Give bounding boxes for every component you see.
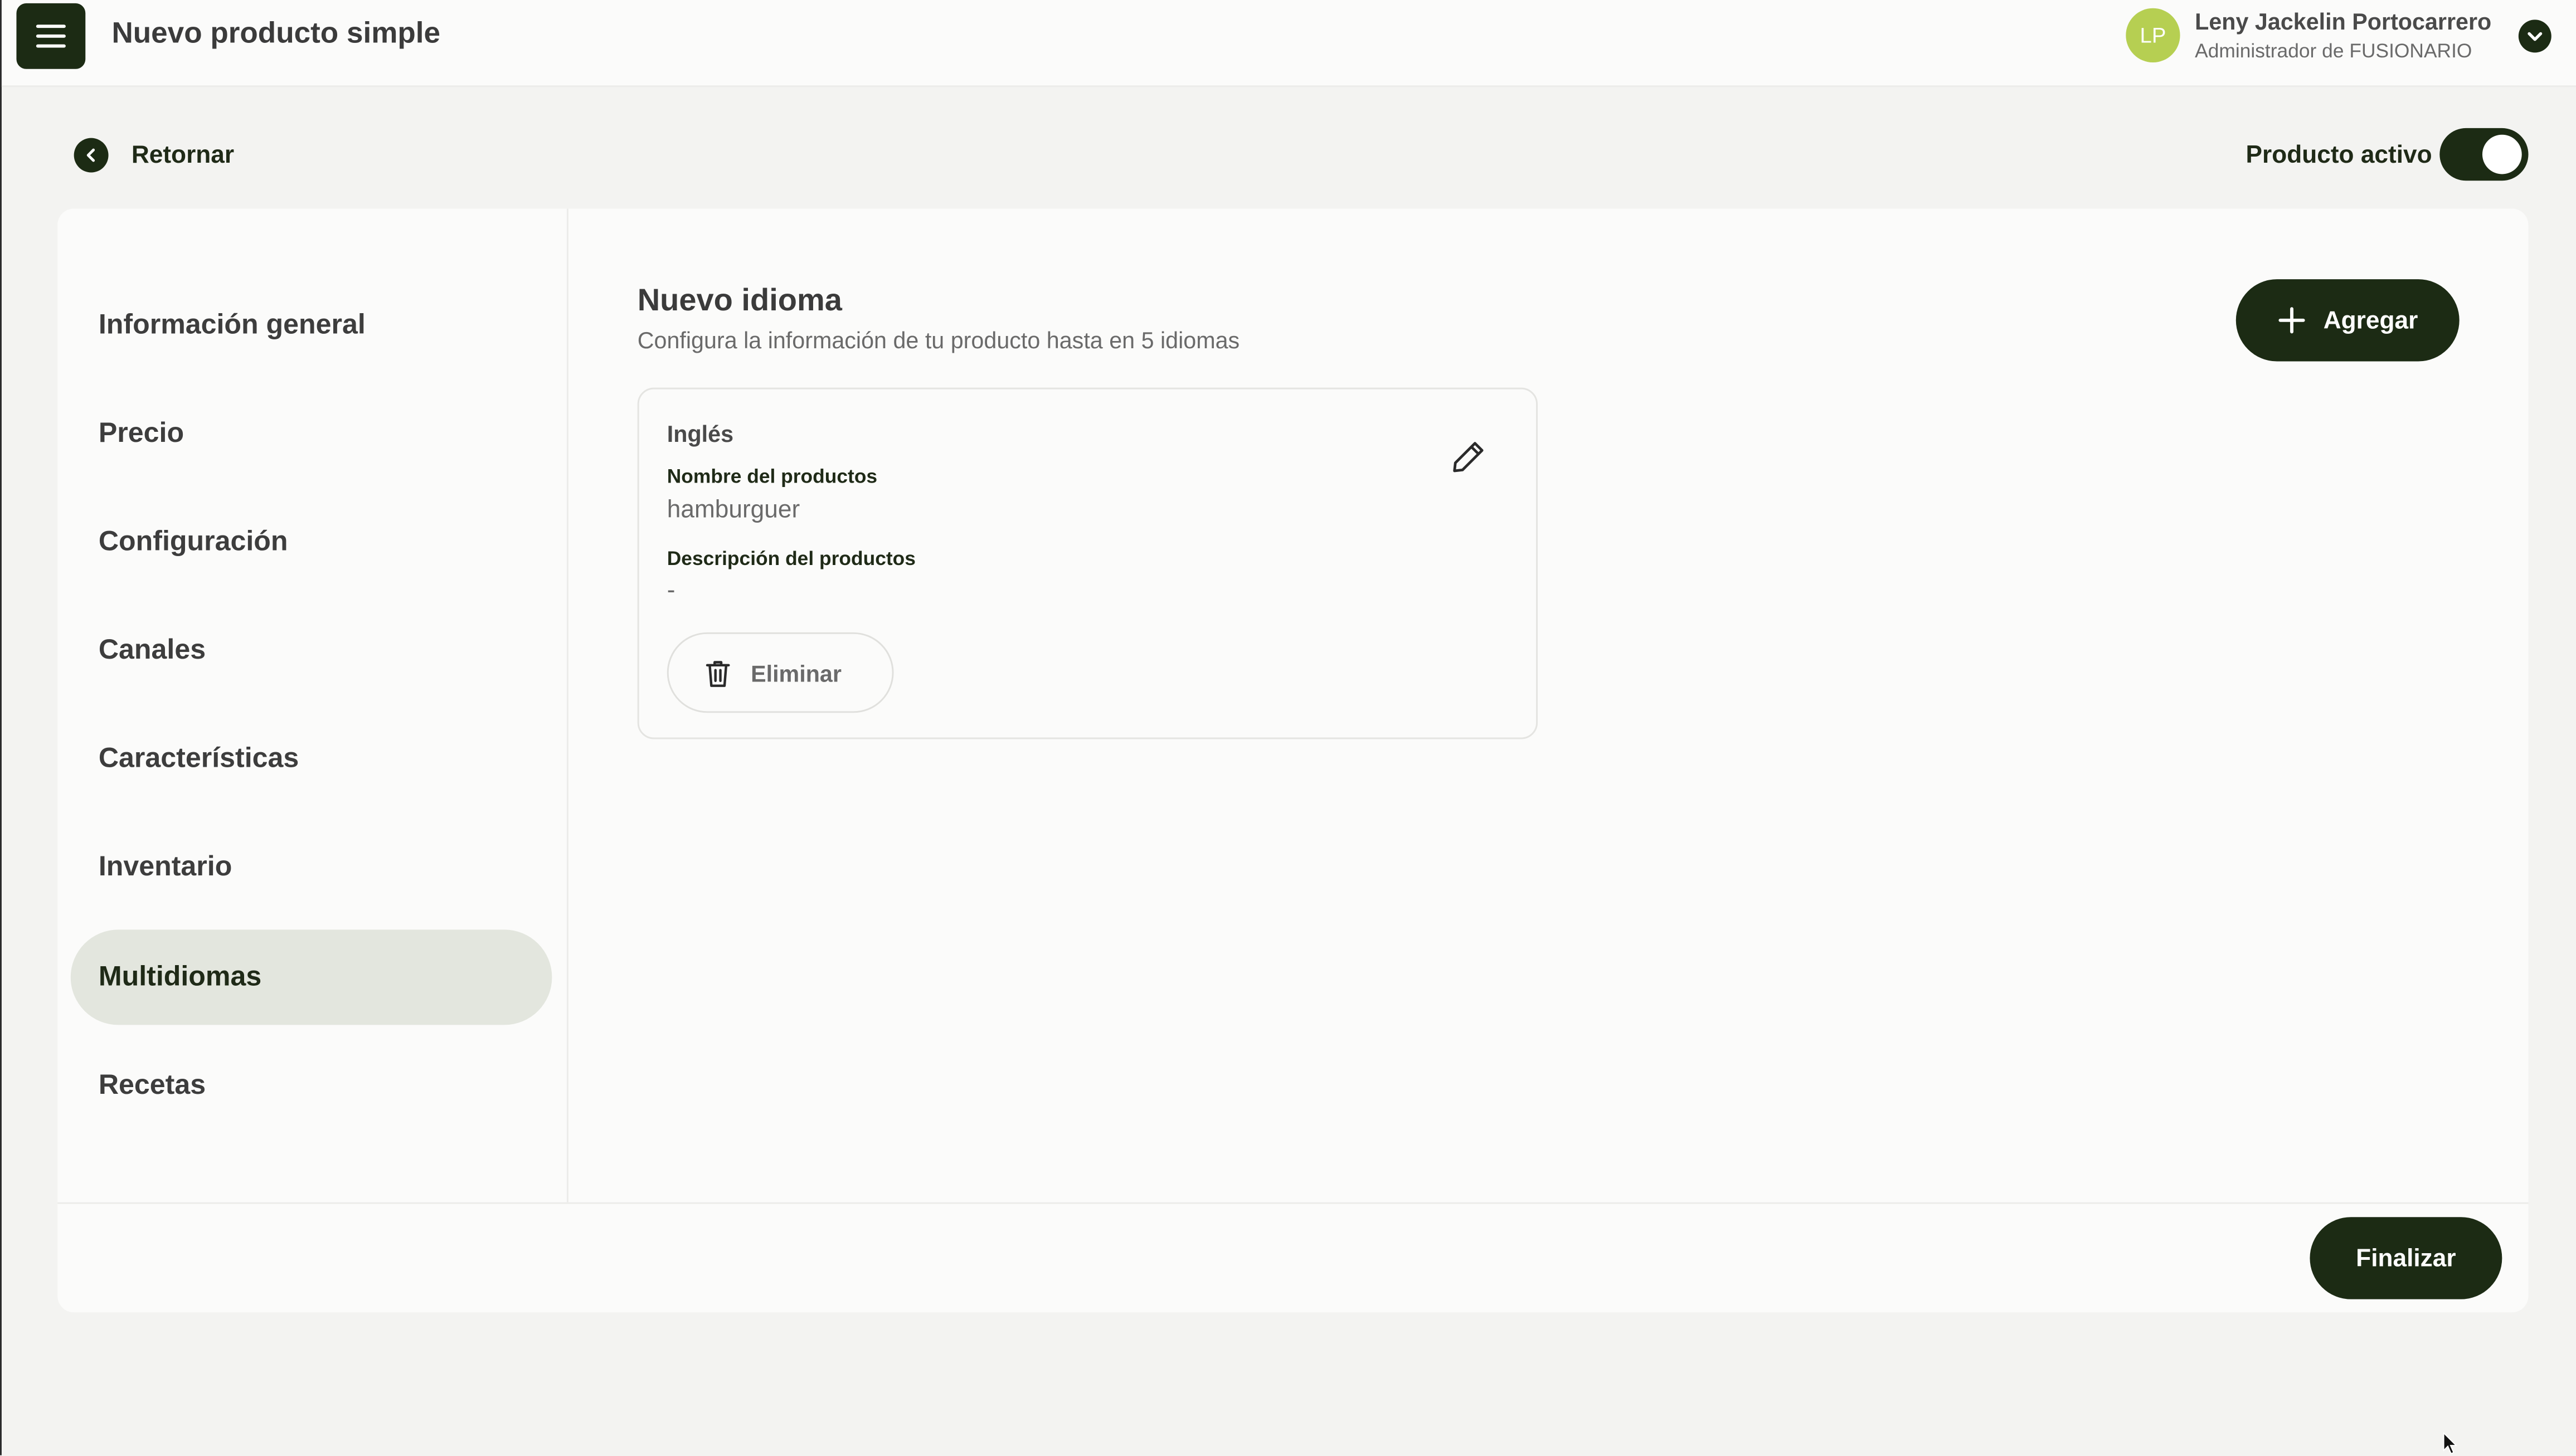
trash-icon (706, 660, 730, 686)
language-card: Inglés Nombre del productos hamburguer D… (637, 387, 1538, 739)
footer-divider (57, 1202, 2529, 1204)
avatar[interactable]: LP (2126, 8, 2180, 63)
sidebar-item-precio[interactable]: Precio (71, 386, 552, 481)
toggle-knob (2482, 134, 2522, 174)
product-form-card: Información general Precio Configuración… (57, 208, 2529, 1313)
page-title: Nuevo producto simple (111, 16, 441, 50)
pencil-icon[interactable] (1447, 435, 1490, 478)
product-name-label: Nombre del productos (667, 465, 878, 488)
sidebar-item-inventario[interactable]: Inventario (71, 820, 552, 915)
finish-button[interactable]: Finalizar (2310, 1217, 2502, 1299)
add-language-button[interactable]: Agregar (2235, 279, 2460, 362)
sidebar-item-multidiomas[interactable]: Multidiomas (70, 929, 552, 1025)
chevron-left-icon[interactable] (74, 138, 109, 173)
sidebar-item-recetas[interactable]: Recetas (71, 1038, 552, 1133)
product-description-label: Descripción del productos (667, 547, 916, 570)
product-name-value: hamburguer (667, 496, 800, 524)
hamburger-menu-icon[interactable] (16, 3, 86, 69)
back-link[interactable]: Retornar (132, 142, 234, 169)
delete-button-label: Eliminar (751, 659, 842, 686)
sidebar-item-informacion-general[interactable]: Información general (71, 277, 552, 373)
product-active-toggle[interactable] (2439, 128, 2529, 181)
section-sidebar: Información general Precio Configuración… (57, 208, 568, 1202)
active-toggle-label: Producto activo (2246, 141, 2432, 169)
chevron-down-icon[interactable] (2518, 20, 2551, 53)
add-button-label: Agregar (2323, 306, 2418, 334)
language-name: Inglés (667, 420, 734, 447)
product-description-value: - (667, 576, 675, 605)
user-role: Administrador de FUSIONARIO (2195, 39, 2472, 63)
sidebar-item-configuracion[interactable]: Configuración (71, 494, 552, 590)
app-window: Nuevo producto simple LP Leny Jackelin P… (0, 0, 2576, 1455)
mouse-cursor-icon (2443, 1432, 2457, 1454)
user-name: Leny Jackelin Portocarrero (2195, 8, 2492, 35)
top-bar: Nuevo producto simple LP Leny Jackelin P… (1, 0, 2576, 87)
sidebar-item-caracteristicas[interactable]: Características (71, 711, 552, 806)
plus-icon (2279, 307, 2306, 334)
sidebar-item-canales[interactable]: Canales (71, 603, 552, 698)
section-title: Nuevo idioma (637, 284, 842, 319)
section-subtitle: Configura la información de tu producto … (637, 327, 1240, 353)
delete-language-button[interactable]: Eliminar (667, 632, 894, 713)
